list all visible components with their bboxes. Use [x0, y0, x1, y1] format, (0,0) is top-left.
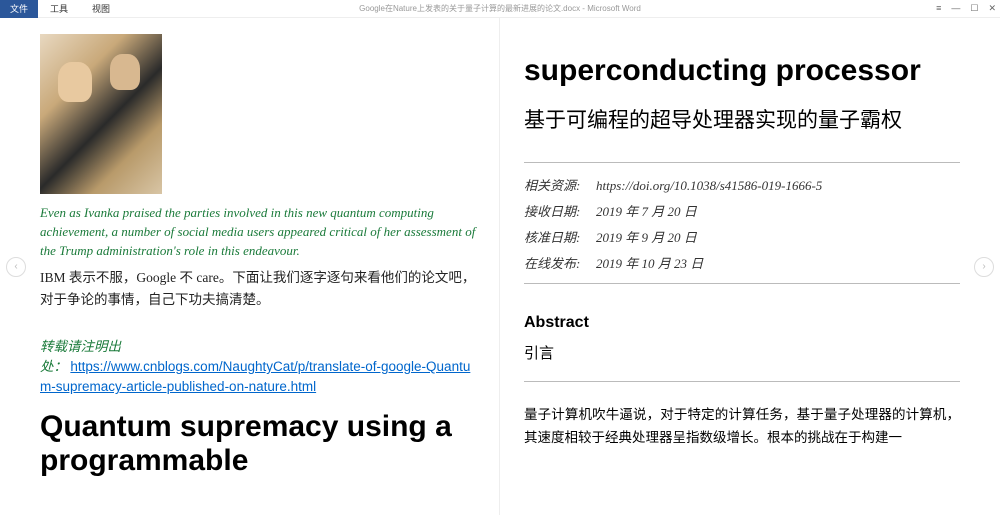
meta-published-value: 2019 年 10 月 23 日	[596, 251, 703, 277]
meta-received-label: 接收日期:	[524, 199, 596, 225]
window-title: Google在Nature上发表的关于量子计算的最新进展的论文.docx - M…	[359, 3, 641, 14]
meta-approved-label: 核准日期:	[524, 225, 596, 251]
menu-view[interactable]: 视图	[80, 0, 122, 17]
menu-bar: 文件 工具 视图 Google在Nature上发表的关于量子计算的最新进展的论文…	[0, 0, 1000, 18]
menu-file[interactable]: 文件	[0, 0, 38, 18]
article-title-zh: 基于可编程的超导处理器实现的量子霸权	[524, 105, 960, 137]
intro-paragraph: IBM 表示不服，Google 不 care。下面让我们逐字逐句来看他们的论文吧…	[40, 267, 479, 312]
meta-approved: 核准日期: 2019 年 9 月 20 日	[524, 225, 960, 251]
meta-approved-value: 2019 年 9 月 20 日	[596, 225, 697, 251]
left-column: Even as Ivanka praised the parties invol…	[0, 18, 500, 515]
article-title-part2: superconducting processor	[524, 54, 960, 89]
meta-resource-value: https://doi.org/10.1038/s41586-019-1666-…	[596, 173, 822, 199]
minimize-icon[interactable]: —	[951, 3, 960, 14]
divider	[524, 381, 960, 382]
meta-published: 在线发布: 2019 年 10 月 23 日	[524, 251, 960, 277]
right-column: superconducting processor 基于可编程的超导处理器实现的…	[500, 18, 1000, 515]
close-icon[interactable]: ✕	[988, 3, 996, 14]
prev-page-button[interactable]: ‹	[6, 257, 26, 277]
maximize-icon[interactable]: ☐	[970, 3, 978, 14]
photo-caption: Even as Ivanka praised the parties invol…	[40, 204, 479, 261]
meta-resource: 相关资源: https://doi.org/10.1038/s41586-019…	[524, 173, 960, 199]
meta-published-label: 在线发布:	[524, 251, 596, 277]
metadata-block: 相关资源: https://doi.org/10.1038/s41586-019…	[524, 162, 960, 284]
article-photo	[40, 34, 162, 194]
meta-received: 接收日期: 2019 年 7 月 20 日	[524, 199, 960, 225]
attribution-prefix: 处：	[40, 359, 70, 374]
meta-received-value: 2019 年 7 月 20 日	[596, 199, 697, 225]
abstract-heading-zh: 引言	[524, 342, 960, 363]
divider	[524, 162, 960, 163]
attribution-link[interactable]: https://www.cnblogs.com/NaughtyCat/p/tra…	[40, 359, 470, 394]
divider	[524, 283, 960, 284]
attribution-label: 转载请注明出	[40, 335, 479, 355]
abstract-paragraph: 量子计算机吹牛逼说，对于特定的计算任务，基于量子处理器的计算机，其速度相较于经典…	[524, 404, 960, 450]
menu-tools[interactable]: 工具	[38, 0, 80, 17]
abstract-heading: Abstract	[524, 314, 960, 332]
ribbon-toggle-icon[interactable]: ≡	[936, 3, 941, 14]
article-title-part1: Quantum supremacy using a programmable	[40, 410, 479, 479]
meta-resource-label: 相关资源:	[524, 173, 596, 199]
document-canvas: ‹ › Even as Ivanka praised the parties i…	[0, 18, 1000, 515]
next-page-button[interactable]: ›	[974, 257, 994, 277]
